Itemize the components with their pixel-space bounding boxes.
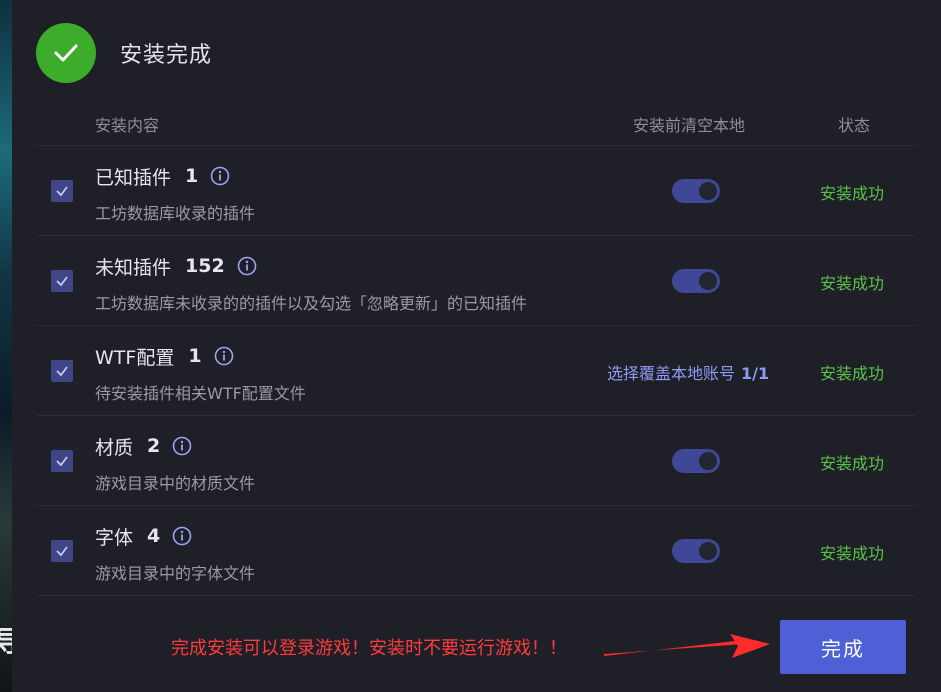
done-button[interactable]: 完成 [780, 620, 906, 674]
choose-account-link[interactable]: 选择覆盖本地账号 1/1 [607, 360, 769, 384]
item-checkbox[interactable] [51, 360, 73, 382]
install-item-row: 未知插件 152 工坊数据库未收录的的插件以及勾选「忽略更新」的已知插件 安装成… [36, 236, 916, 326]
column-header-status: 状态 [838, 116, 871, 135]
item-description: 游戏目录中的字体文件 [95, 564, 256, 583]
item-count: 1 [188, 345, 202, 367]
toggle-knob [699, 452, 717, 470]
item-title: 未知插件 [95, 256, 172, 279]
column-header-clear-local: 安装前清空本地 [633, 116, 746, 135]
item-description: 工坊数据库未收录的的插件以及勾选「忽略更新」的已知插件 [95, 294, 528, 313]
clear-local-toggle[interactable] [672, 269, 720, 293]
status-text: 安装成功 [820, 454, 885, 473]
toggle-knob [699, 182, 717, 200]
info-icon[interactable] [210, 166, 230, 186]
item-title: 材质 [95, 436, 134, 459]
item-description: 待安装插件相关WTF配置文件 [95, 384, 306, 403]
column-header-content: 安装内容 [95, 116, 160, 135]
clear-local-toggle[interactable] [672, 179, 720, 203]
item-checkbox[interactable] [51, 450, 73, 472]
item-title-line: 字体 4 [95, 524, 192, 549]
success-check-icon [36, 23, 96, 83]
background-game-art: 导 [0, 0, 22, 692]
status-text: 安装成功 [820, 364, 885, 383]
install-complete-dialog: 安装完成 安装内容 安装前清空本地 状态 已知插件 1 工坊数据库收录的插件 安… [12, 0, 941, 692]
item-checkbox[interactable] [51, 270, 73, 292]
install-item-row: 字体 4 游戏目录中的字体文件 安装成功 [36, 506, 916, 596]
info-icon[interactable] [214, 346, 234, 366]
item-title-line: 材质 2 [95, 434, 192, 459]
dialog-title: 安装完成 [120, 43, 213, 68]
checkmark-icon [56, 366, 68, 377]
footer-warning-text: 完成安装可以登录游戏！安装时不要运行游戏！！ [171, 638, 567, 659]
checkmark-icon [56, 186, 68, 197]
item-title-line: 未知插件 152 [95, 254, 257, 279]
toggle-knob [699, 272, 717, 290]
choose-account-label: 选择覆盖本地账号 [607, 364, 736, 383]
item-title-line: WTF配置 1 [95, 344, 234, 369]
info-icon[interactable] [172, 526, 192, 546]
install-item-row: 已知插件 1 工坊数据库收录的插件 安装成功 [36, 146, 916, 236]
item-count: 4 [147, 525, 161, 547]
red-arrow-icon [604, 634, 770, 658]
info-icon[interactable] [237, 256, 257, 276]
install-item-row: 材质 2 游戏目录中的材质文件 安装成功 [36, 416, 916, 506]
status-text: 安装成功 [820, 184, 885, 203]
item-description: 工坊数据库收录的插件 [95, 204, 256, 223]
item-title: WTF配置 [95, 346, 175, 369]
checkmark-icon [56, 546, 68, 557]
page: 导 安装完成 安装内容 安装前清空本地 状态 已知插件 1 工坊数据库收录的插件… [0, 0, 941, 692]
item-title-line: 已知插件 1 [95, 164, 230, 189]
status-text: 安装成功 [820, 544, 885, 563]
choose-account-fraction: 1/1 [741, 364, 770, 383]
clear-local-toggle[interactable] [672, 449, 720, 473]
toggle-knob [699, 542, 717, 560]
item-title: 已知插件 [95, 166, 172, 189]
item-description: 游戏目录中的材质文件 [95, 474, 256, 493]
install-items-list: 已知插件 1 工坊数据库收录的插件 安装成功 未知插件 152 工坊数据库未收录… [36, 145, 916, 596]
checkmark-icon [56, 276, 68, 287]
install-item-row: WTF配置 1 待安装插件相关WTF配置文件 选择覆盖本地账号 1/1 安装成功 [36, 326, 916, 416]
info-icon[interactable] [172, 436, 192, 456]
item-checkbox[interactable] [51, 540, 73, 562]
item-checkbox[interactable] [51, 180, 73, 202]
item-count: 2 [147, 435, 161, 457]
clear-local-toggle[interactable] [672, 539, 720, 563]
item-count: 152 [185, 255, 225, 277]
dialog-header: 安装完成 [36, 22, 212, 84]
item-title: 字体 [95, 526, 134, 549]
status-text: 安装成功 [820, 274, 885, 293]
item-count: 1 [185, 165, 199, 187]
checkmark-icon [56, 456, 68, 467]
